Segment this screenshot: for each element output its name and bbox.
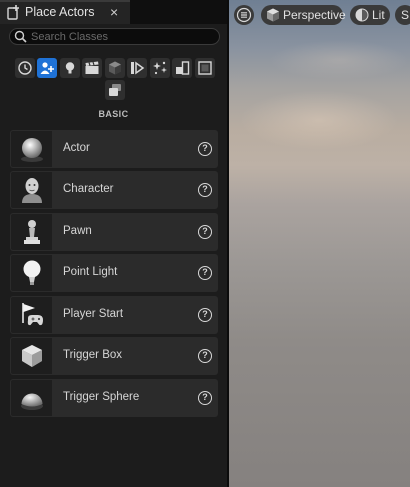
clapperboard-icon <box>85 61 99 74</box>
person-plus-icon <box>40 62 54 74</box>
category-visual-effects[interactable] <box>105 58 125 78</box>
thumbnail <box>11 380 52 416</box>
close-icon[interactable]: × <box>110 4 118 20</box>
category-volumes[interactable] <box>127 58 147 78</box>
thumbnail <box>11 255 52 291</box>
show-label: S <box>401 8 410 22</box>
actor-item-character[interactable]: Character ? <box>10 171 218 209</box>
play-volume-icon <box>131 61 145 75</box>
actor-label: Player Start <box>63 308 124 320</box>
thumbnail <box>11 338 52 374</box>
thumbnail <box>11 131 52 167</box>
actor-item-trigger-sphere[interactable]: Trigger Sphere ? <box>10 379 218 417</box>
help-icon[interactable]: ? <box>198 266 212 280</box>
character-bust-icon <box>22 178 42 203</box>
actor-item-point-light[interactable]: Point Light ? <box>10 254 218 292</box>
category-particles[interactable] <box>150 58 170 78</box>
lit-sphere-icon <box>355 8 369 22</box>
thumbnail <box>11 214 52 250</box>
category-cinematic[interactable] <box>82 58 102 78</box>
flag-gamepad-icon <box>22 303 43 326</box>
layers-icon <box>109 84 121 96</box>
level-viewport[interactable]: Perspective Lit S <box>229 0 410 487</box>
place-actors-icon <box>7 5 19 20</box>
category-shapes[interactable] <box>172 58 192 78</box>
category-geometry[interactable] <box>105 80 125 100</box>
category-lights[interactable] <box>60 58 80 78</box>
lightbulb-icon <box>65 62 75 74</box>
thumbnail <box>11 172 52 208</box>
category-recently-placed[interactable] <box>15 58 35 78</box>
lit-button[interactable]: Lit <box>350 5 390 25</box>
viewport-menu-button[interactable] <box>234 5 254 25</box>
sky-cloud <box>269 40 409 80</box>
search-icon <box>14 30 27 43</box>
actor-item-player-start[interactable]: Player Start ? <box>10 296 218 334</box>
box-outline-icon <box>198 61 212 75</box>
lit-label: Lit <box>372 8 385 22</box>
shapes-icon <box>176 61 190 75</box>
tab-bar: Place Actors × <box>0 0 227 24</box>
actor-label: Trigger Box <box>63 349 123 361</box>
section-title: BASIC <box>98 109 129 119</box>
actor-label: Trigger Sphere <box>63 391 140 403</box>
sphere-icon <box>21 138 43 162</box>
place-actors-panel: Place Actors × Search Classes BASIC Acto… <box>0 0 227 487</box>
perspective-button[interactable]: Perspective <box>261 5 346 25</box>
actor-label: Actor <box>63 142 90 154</box>
hamburger-icon <box>236 7 252 23</box>
help-icon[interactable]: ? <box>198 308 212 322</box>
search-box <box>9 28 220 45</box>
show-button[interactable]: S <box>395 5 410 25</box>
help-icon[interactable]: ? <box>198 183 212 197</box>
help-icon[interactable]: ? <box>198 391 212 405</box>
tab-title: Place Actors <box>25 5 95 19</box>
actor-item-trigger-box[interactable]: Trigger Box ? <box>10 337 218 375</box>
actor-label: Pawn <box>63 225 92 237</box>
place-actors-tab[interactable]: Place Actors × <box>0 0 130 24</box>
thumbnail <box>11 297 52 333</box>
search-input[interactable] <box>31 29 211 44</box>
clock-icon <box>18 61 32 75</box>
sky-cloud <box>239 90 399 150</box>
perspective-cube-icon <box>267 8 279 22</box>
actor-item-pawn[interactable]: Pawn ? <box>10 213 218 251</box>
help-icon[interactable]: ? <box>198 142 212 156</box>
actor-label: Character <box>63 183 114 195</box>
half-sphere-icon <box>21 393 43 410</box>
light-bulb-icon <box>23 260 41 285</box>
category-basic[interactable] <box>37 58 57 78</box>
help-icon[interactable]: ? <box>198 349 212 363</box>
actor-item-actor[interactable]: Actor ? <box>10 130 218 168</box>
category-all-classes[interactable] <box>195 58 215 78</box>
sparkle-icon <box>153 61 167 75</box>
perspective-label: Perspective <box>283 8 346 22</box>
box-icon <box>22 345 42 367</box>
pawn-icon <box>24 220 40 244</box>
actor-label: Point Light <box>63 266 118 278</box>
cube-icon <box>109 61 121 75</box>
help-icon[interactable]: ? <box>198 225 212 239</box>
